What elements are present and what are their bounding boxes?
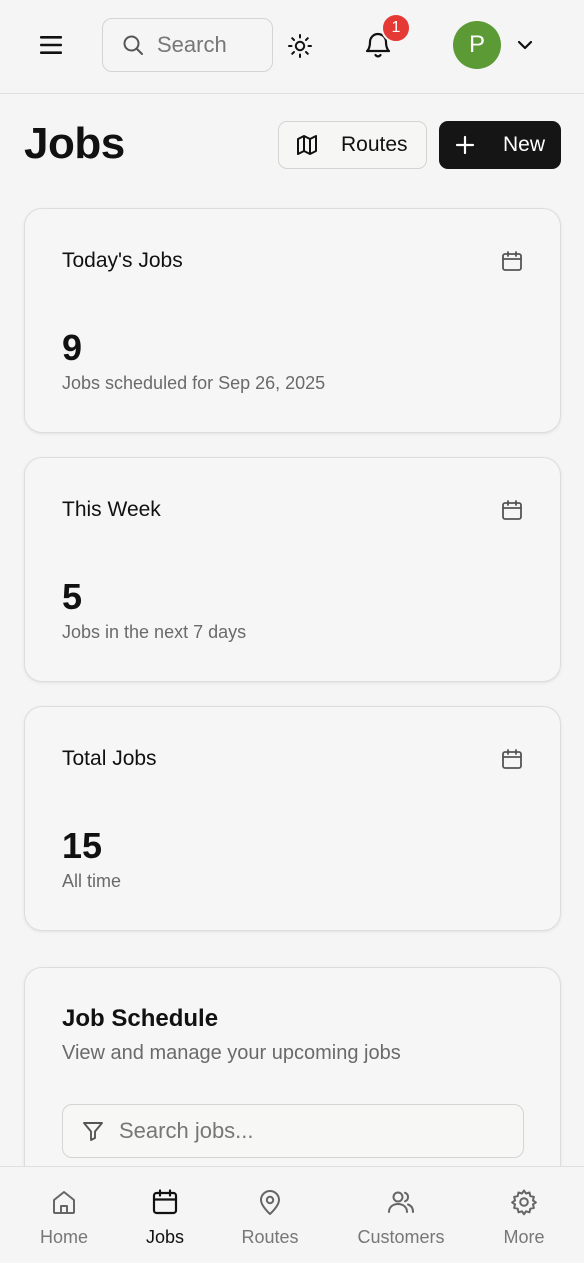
gear-icon	[511, 1189, 537, 1216]
map-icon	[297, 135, 317, 155]
job-search-input[interactable]	[119, 1118, 499, 1144]
stat-card-total: Total Jobs 15 All time	[24, 706, 561, 931]
map-pin-icon	[260, 1190, 280, 1215]
search-icon	[123, 35, 143, 55]
calendar-icon	[502, 749, 522, 769]
stat-description: Jobs in the next 7 days	[62, 622, 247, 642]
notification-badge: 1	[381, 13, 411, 43]
users-icon	[388, 1191, 414, 1213]
nav-label: Customers	[357, 1227, 445, 1247]
routes-button-label: Routes	[341, 133, 408, 156]
page-title: Jobs	[24, 119, 125, 168]
job-search-box[interactable]	[62, 1104, 524, 1158]
avatar[interactable]: P	[453, 21, 501, 69]
stat-description: All time	[62, 871, 122, 891]
home-icon	[53, 1191, 75, 1214]
stat-card-week: This Week 5 Jobs in the next 7 days	[24, 457, 561, 682]
nav-label: Routes	[241, 1227, 299, 1247]
stat-description: Jobs scheduled for Sep 26, 2025	[62, 373, 326, 393]
nav-label: More	[503, 1227, 545, 1247]
routes-button[interactable]: Routes	[278, 121, 427, 169]
stat-card-today: Today's Jobs 9 Jobs scheduled for Sep 26…	[24, 208, 561, 433]
bottom-nav: Home Jobs Routes Customers More	[0, 1166, 584, 1262]
calendar-icon	[502, 251, 522, 271]
calendar-icon	[502, 500, 522, 520]
search-box[interactable]	[102, 18, 273, 72]
calendar-icon	[152, 1189, 178, 1215]
nav-item-customers[interactable]: Customers	[350, 1167, 452, 1263]
plus-icon	[455, 135, 475, 155]
nav-label: Home	[39, 1227, 88, 1247]
nav-item-routes[interactable]: Routes	[234, 1167, 306, 1263]
nav-item-home[interactable]: Home	[34, 1167, 94, 1263]
stat-label: This Week	[62, 498, 161, 521]
chevron-down-icon[interactable]	[515, 36, 535, 54]
menu-icon[interactable]	[37, 33, 65, 57]
nav-item-more[interactable]: More	[496, 1167, 552, 1263]
stat-value: 15	[62, 825, 103, 866]
theme-toggle-icon[interactable]	[287, 33, 313, 59]
nav-item-jobs[interactable]: Jobs	[135, 1167, 195, 1263]
nav-label: Jobs	[145, 1227, 185, 1247]
section-title: Job Schedule	[62, 1005, 219, 1032]
stat-label: Total Jobs	[62, 747, 157, 770]
search-input[interactable]	[157, 32, 257, 58]
stat-label: Today's Jobs	[62, 249, 183, 272]
stat-value: 9	[62, 327, 83, 368]
filter-icon	[83, 1122, 103, 1141]
new-button-label: New	[503, 133, 546, 156]
top-bar: 1 P	[0, 0, 584, 94]
stat-value: 5	[62, 576, 83, 617]
new-job-button[interactable]: New	[439, 121, 561, 169]
section-description: View and manage your upcoming jobs	[62, 1042, 401, 1064]
